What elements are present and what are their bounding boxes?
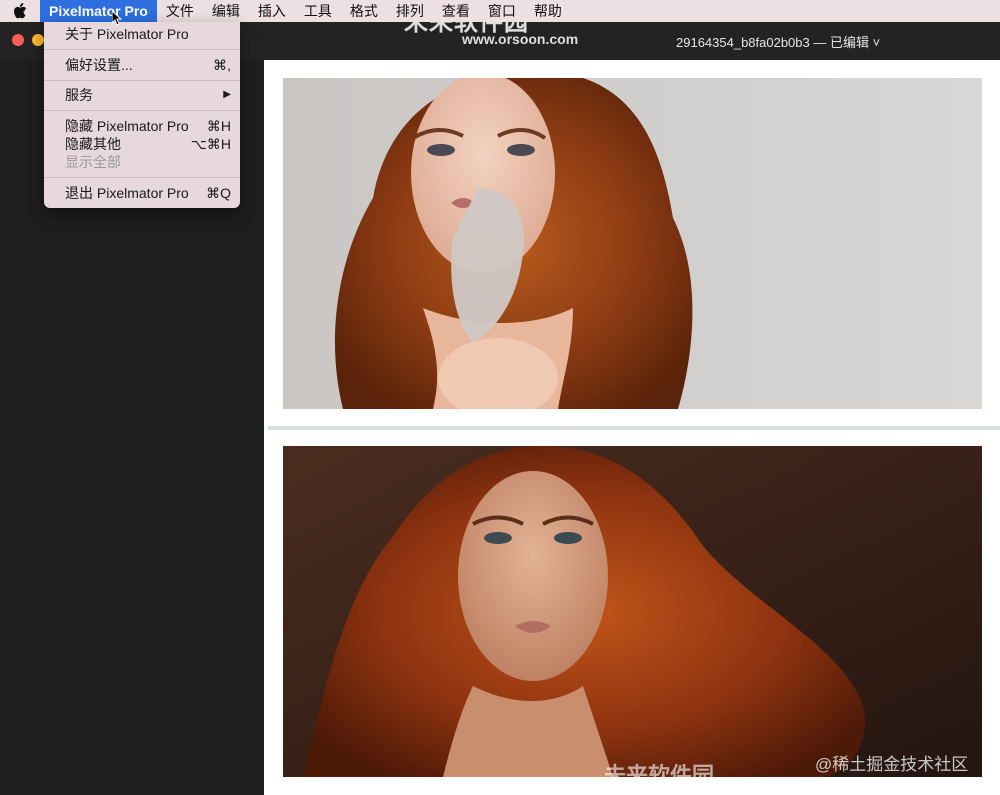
menu-item-preferences-label: 偏好设置... — [65, 57, 133, 73]
menu-item-show-all-label: 显示全部 — [65, 154, 121, 170]
menu-item-hide[interactable]: 隐藏 Pixelmator Pro ⌘H — [65, 117, 231, 135]
menu-view[interactable]: 查看 — [433, 0, 479, 22]
minimize-window-button[interactable] — [32, 34, 44, 46]
hide-others-shortcut: ⌥⌘H — [190, 136, 231, 152]
juejin-watermark: @稀土掘金技术社区 — [815, 755, 969, 774]
menu-separator — [44, 49, 240, 50]
menu-item-quit[interactable]: 退出 Pixelmator Pro ⌘Q — [65, 184, 231, 202]
menu-insert[interactable]: 插入 — [249, 0, 295, 22]
menu-item-about-label: 关于 Pixelmator Pro — [65, 26, 189, 42]
hide-shortcut: ⌘H — [206, 118, 231, 134]
menu-file[interactable]: 文件 — [157, 0, 203, 22]
menu-app-pixelmator[interactable]: Pixelmator Pro — [40, 0, 157, 22]
menu-tools[interactable]: 工具 — [295, 0, 341, 22]
menu-item-about[interactable]: 关于 Pixelmator Pro — [65, 25, 231, 43]
menu-edit[interactable]: 编辑 — [203, 0, 249, 22]
watermark-bottom-text: 未来软件园 — [604, 763, 715, 788]
menu-help[interactable]: 帮助 — [525, 0, 571, 22]
image-canvas[interactable] — [264, 60, 1000, 795]
watermark-url: www.orsoon.com — [462, 31, 579, 47]
app-menu-dropdown: 关于 Pixelmator Pro 偏好设置... ⌘, 服务 ▶ 隐藏 Pix… — [44, 22, 240, 208]
quit-shortcut: ⌘Q — [206, 185, 231, 201]
original-portrait-image[interactable] — [283, 446, 982, 777]
menu-separator — [44, 177, 240, 178]
menu-format[interactable]: 格式 — [341, 0, 387, 22]
menu-window[interactable]: 窗口 — [479, 0, 525, 22]
menu-item-hide-others[interactable]: 隐藏其他 ⌥⌘H — [65, 135, 231, 153]
submenu-arrow-icon: ▶ — [223, 89, 231, 100]
menu-bar: Pixelmator Pro 文件 编辑 插入 工具 格式 排列 查看 窗口 帮… — [0, 0, 1000, 22]
menu-item-services[interactable]: 服务 ▶ — [65, 86, 231, 104]
artboard-divider — [268, 426, 1000, 430]
apple-icon[interactable] — [0, 0, 40, 22]
menu-item-hide-label: 隐藏 Pixelmator Pro — [65, 118, 189, 134]
close-window-button[interactable] — [12, 34, 24, 46]
menu-item-hide-others-label: 隐藏其他 — [65, 136, 121, 152]
menu-arrange[interactable]: 排列 — [387, 0, 433, 22]
edited-portrait-image[interactable] — [283, 78, 982, 409]
menu-separator — [44, 80, 240, 81]
preferences-shortcut: ⌘, — [213, 57, 231, 73]
document-title[interactable]: 29164354_b8fa02b0b3 — 已编辑 ˅ — [676, 32, 880, 51]
menu-separator — [44, 110, 240, 111]
menu-item-show-all: 显示全部 — [65, 153, 231, 171]
mouse-cursor-icon — [111, 9, 123, 31]
menu-item-quit-label: 退出 Pixelmator Pro — [65, 185, 189, 201]
menu-item-services-label: 服务 — [65, 87, 93, 103]
menu-item-preferences[interactable]: 偏好设置... ⌘, — [65, 56, 231, 74]
